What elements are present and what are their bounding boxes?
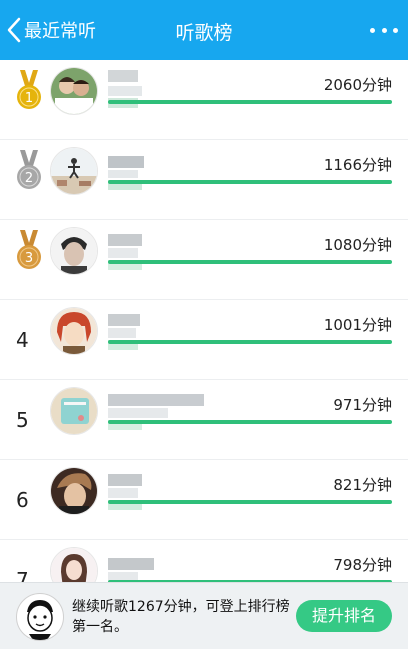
ranking-row[interactable]: 2 1166分钟 [0,140,408,220]
listen-minutes: 1166分钟 [323,156,392,174]
ranking-row[interactable]: 5 971分钟 [0,380,408,460]
listening-progress-bar [108,340,392,344]
listening-progress-bar [108,420,392,424]
avatar[interactable] [50,387,98,435]
cartoon-face-icon [27,600,53,640]
rank-area: 1 [12,60,46,140]
rank-number: 1 [25,91,33,106]
rank-area: 4 [12,300,46,380]
avatar[interactable] [50,227,98,275]
rank-area: 3 [12,220,46,300]
rank-number: 3 [25,251,33,266]
listening-progress-bar [108,260,392,264]
ranking-row[interactable]: 1 2060分钟 [0,60,408,140]
my-rank-bar: 继续听歌1267分钟，可登上排行榜第一名。 提升排名 [0,582,408,649]
username-blurred [108,70,144,110]
rank-number: 6 [16,488,29,512]
my-avatar[interactable] [16,593,64,641]
page-title: 听歌榜 [175,22,233,44]
rank-area: 2 [12,140,46,220]
username-blurred [108,470,144,510]
top-app-bar: 最近常听 听歌榜 [0,0,408,60]
silver-medal-icon: 2 [17,150,41,189]
listen-minutes: 2060分钟 [323,76,392,94]
username-blurred [108,230,144,270]
username-blurred [108,310,144,350]
ranking-row[interactable]: 4 1001分钟 [0,300,408,380]
avatar[interactable] [50,147,98,195]
gold-medal-icon: 1 [17,70,41,109]
listening-progress-bar [108,500,392,504]
avatar[interactable] [50,67,98,115]
rank-number: 5 [16,408,29,432]
dot-icon [381,27,387,33]
listening-progress-bar [108,180,392,184]
ranking-row[interactable]: 6 821分钟 [0,460,408,540]
listen-minutes: 1080分钟 [323,236,392,254]
rank-area: 6 [12,460,46,540]
listen-minutes: 821分钟 [333,476,392,494]
listen-minutes: 1001分钟 [323,316,392,334]
username-blurred [108,150,144,190]
more-options-button[interactable] [370,20,398,40]
avatar[interactable] [50,467,98,515]
dot-icon [370,27,375,33]
rank-number: 4 [16,328,29,352]
ranking-row[interactable]: 3 1080分钟 [0,220,408,300]
rank-area: 5 [12,380,46,460]
listen-minutes: 971分钟 [333,396,392,414]
username-blurred [108,390,208,430]
bronze-medal-icon: 3 [17,230,41,269]
listen-minutes: 798分钟 [333,556,392,574]
listening-progress-bar [108,100,392,104]
boost-rank-button[interactable]: 提升排名 [296,600,392,632]
ranking-list: 1 2060分钟 2 1166分钟 3 1080分钟 4 1001分钟 5 97… [0,60,408,620]
rank-number: 2 [25,171,33,186]
avatar[interactable] [50,307,98,355]
rank-hint-text: 继续听歌1267分钟，可登上排行榜第一名。 [72,599,290,635]
dot-icon [393,27,398,33]
